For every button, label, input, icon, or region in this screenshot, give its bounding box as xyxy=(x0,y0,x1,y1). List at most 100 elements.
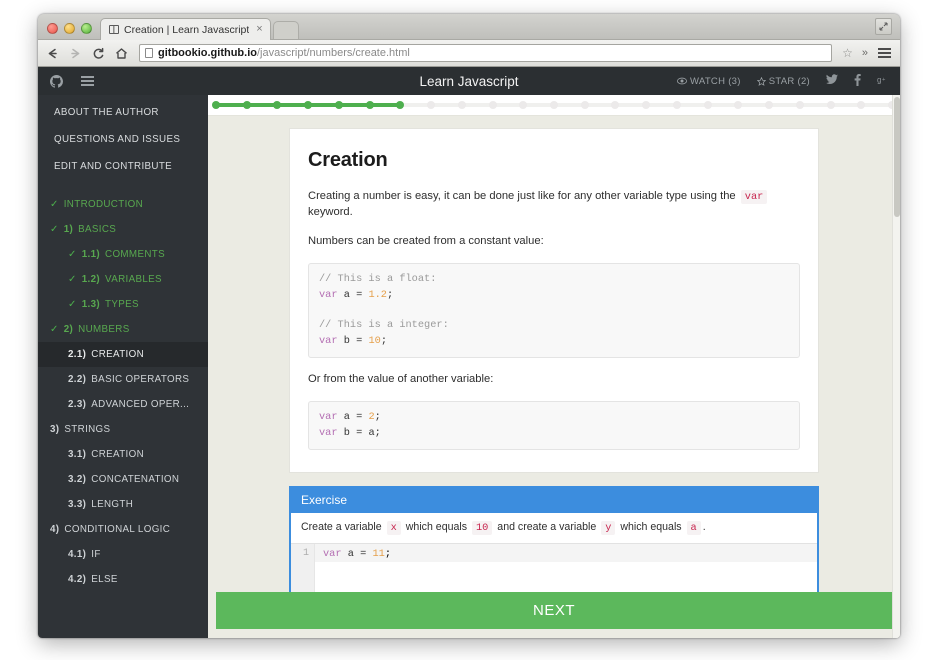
progress-dot[interactable] xyxy=(795,101,804,109)
progress-dot[interactable] xyxy=(304,101,313,109)
watch-button[interactable]: WATCH (3) xyxy=(676,76,741,87)
close-icon[interactable]: × xyxy=(254,24,262,35)
window-zoom-button[interactable] xyxy=(81,23,92,34)
progress-dot[interactable] xyxy=(212,101,220,109)
list-icon[interactable] xyxy=(81,75,94,87)
sidebar-item-length[interactable]: 3.3) LENGTH xyxy=(38,492,208,517)
progress-bar[interactable] xyxy=(212,101,896,110)
sidebar-item-variables[interactable]: ✓ 1.2) VARIABLES xyxy=(38,267,208,292)
progress-dot[interactable] xyxy=(580,101,589,109)
progress-dot[interactable] xyxy=(488,101,497,109)
progress-bar-container xyxy=(208,95,900,116)
exercise-desc-part-3: and create a variable xyxy=(497,521,597,534)
progress-dot[interactable] xyxy=(427,101,436,109)
sidebar-item-numbers[interactable]: ✓ 2) NUMBERS xyxy=(38,317,208,342)
scrollbar-thumb[interactable] xyxy=(894,97,900,217)
check-icon: ✓ xyxy=(68,298,77,310)
progress-dot[interactable] xyxy=(396,101,405,109)
code-number: 1.2 xyxy=(368,288,387,301)
sidebar-item-basics[interactable]: ✓ 1) BASICS xyxy=(38,217,208,242)
overflow-icon[interactable]: » xyxy=(862,47,868,59)
sidebar-item-number: 3.1) xyxy=(68,449,87,460)
new-tab-button[interactable] xyxy=(272,21,299,39)
code-variable: a = xyxy=(341,548,373,561)
hamburger-icon[interactable] xyxy=(875,48,894,58)
next-button[interactable]: NEXT xyxy=(216,592,892,629)
progress-dot[interactable] xyxy=(242,101,251,109)
window-traffic-lights xyxy=(38,23,100,39)
sidebar-item-introduction[interactable]: ✓ INTRODUCTION xyxy=(38,192,208,217)
exercise-desc-part-5: . xyxy=(702,521,706,534)
google-plus-icon[interactable]: g + xyxy=(877,74,890,88)
progress-dot[interactable] xyxy=(273,101,282,109)
sidebar-item-label: ELSE xyxy=(91,574,118,585)
progress-dot[interactable] xyxy=(550,101,558,109)
sidebar-item-types[interactable]: ✓ 1.3) TYPES xyxy=(38,292,208,317)
forward-button[interactable] xyxy=(67,45,83,61)
progress-dot[interactable] xyxy=(672,101,681,109)
twitter-icon[interactable] xyxy=(826,74,838,88)
sidebar-link-edit-and-contribute[interactable]: EDIT AND CONTRIBUTE xyxy=(38,153,208,180)
progress-dot[interactable] xyxy=(703,101,712,109)
maximize-icon[interactable] xyxy=(875,18,892,35)
sidebar-item-conditional-logic[interactable]: 4) CONDITIONAL LOGIC xyxy=(38,517,208,542)
octocat-icon[interactable] xyxy=(50,74,63,88)
sidebar-item-if[interactable]: 4.1) IF xyxy=(38,542,208,567)
check-icon: ✓ xyxy=(68,273,77,285)
sidebar-item-advanced-operators[interactable]: 2.3) ADVANCED OPER... xyxy=(38,392,208,417)
back-button[interactable] xyxy=(44,45,60,61)
address-bar[interactable]: gitbookio.github.io/javascript/numbers/c… xyxy=(139,44,833,62)
sidebar-item-label: BASICS xyxy=(78,224,117,235)
sidebar-item-label: TYPES xyxy=(105,299,139,310)
progress-dot[interactable] xyxy=(857,101,866,109)
check-icon: ✓ xyxy=(50,198,59,210)
home-icon[interactable] xyxy=(113,45,129,61)
window-minimize-button[interactable] xyxy=(64,23,75,34)
page-body: ABOUT THE AUTHOR QUESTIONS AND ISSUES ED… xyxy=(38,95,900,638)
sidebar-item-number: 4) xyxy=(50,524,60,535)
progress-dot[interactable] xyxy=(734,101,743,109)
check-icon: ✓ xyxy=(68,248,77,260)
progress-dot[interactable] xyxy=(334,101,343,109)
sidebar-item-number: 1.2) xyxy=(81,274,101,285)
star-icon[interactable]: ☆ xyxy=(842,46,855,60)
exercise-panel: Exercise Create a variable x which equal… xyxy=(289,486,819,592)
sidebar-item-number: 2.2) xyxy=(68,374,87,385)
progress-dot[interactable] xyxy=(826,101,835,109)
sidebar-item-label: STRINGS xyxy=(64,424,111,435)
sidebar-link-about-the-author[interactable]: ABOUT THE AUTHOR xyxy=(38,99,208,126)
svg-text:+: + xyxy=(882,77,886,83)
progress-dot[interactable] xyxy=(611,101,620,109)
sidebar-item-concatenation[interactable]: 3.2) CONCATENATION xyxy=(38,467,208,492)
sidebar-divider xyxy=(38,180,208,192)
progress-dot[interactable] xyxy=(642,101,651,109)
sidebar-item-else[interactable]: 4.2) ELSE xyxy=(38,567,208,592)
progress-dot[interactable] xyxy=(457,101,466,109)
editor-line-1[interactable]: var a = 11; xyxy=(315,544,817,563)
sidebar-link-questions-and-issues[interactable]: QUESTIONS AND ISSUES xyxy=(38,126,208,153)
progress-dot[interactable] xyxy=(365,101,374,109)
sidebar-item-comments[interactable]: ✓ 1.1) COMMENTS xyxy=(38,242,208,267)
facebook-icon[interactable] xyxy=(854,73,861,89)
sidebar-item-number: 2.1) xyxy=(68,349,87,360)
sidebar-item-creation-strings[interactable]: 3.1) CREATION xyxy=(38,442,208,467)
exercise-desc-part-4: which equals xyxy=(620,521,682,534)
code-keyword: var xyxy=(323,548,342,561)
reload-button[interactable] xyxy=(90,45,106,61)
sidebar-item-number: 3.3) xyxy=(68,499,87,510)
window-close-button[interactable] xyxy=(47,23,58,34)
progress-dot[interactable] xyxy=(519,101,528,109)
progress-dot[interactable] xyxy=(765,101,774,109)
sidebar-item-label: CREATION xyxy=(91,349,144,360)
editor-content[interactable]: var a = 11; xyxy=(315,544,817,592)
article-card: Creation Creating a number is easy, it c… xyxy=(289,128,819,474)
sidebar-item-basic-operators[interactable]: 2.2) BASIC OPERATORS xyxy=(38,367,208,392)
star-button[interactable]: STAR (2) xyxy=(756,76,810,87)
inline-code-var: var xyxy=(740,190,768,204)
tab-title: Creation | Learn Javascript xyxy=(124,23,250,36)
sidebar-item-creation-numbers[interactable]: 2.1) CREATION xyxy=(38,342,208,367)
exercise-code-editor[interactable]: 1 var a = 11; xyxy=(291,544,817,592)
browser-tab-active[interactable]: Creation | Learn Javascript × xyxy=(100,18,271,40)
sidebar-item-strings[interactable]: 3) STRINGS xyxy=(38,417,208,442)
page-scrollbar[interactable] xyxy=(892,95,900,638)
